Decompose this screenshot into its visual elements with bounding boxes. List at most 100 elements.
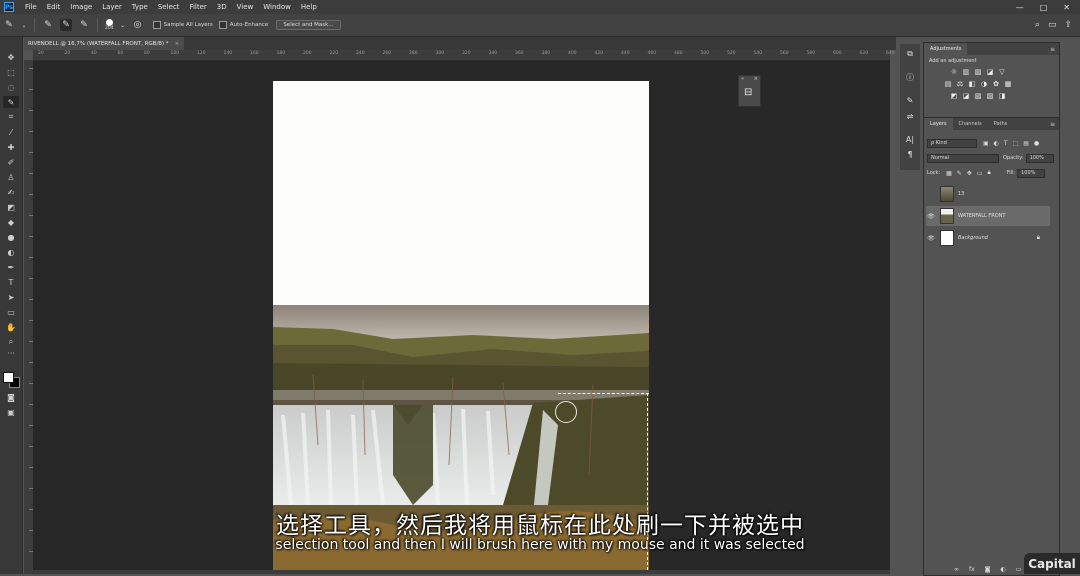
- sample-all-layers-checkbox[interactable]: [152, 21, 161, 29]
- brightness-contrast-icon[interactable]: ☼: [950, 68, 958, 76]
- eye-icon[interactable]: 👁︎: [926, 235, 936, 242]
- filter-smart-object-icon[interactable]: ▤: [1023, 140, 1029, 147]
- photo-filter-icon[interactable]: ◑: [980, 80, 988, 88]
- exposure-icon[interactable]: ◪: [986, 68, 994, 76]
- quick-mask-icon[interactable]: ◙: [3, 391, 19, 403]
- tab-layers[interactable]: Layers: [924, 118, 953, 130]
- quick-selection-tool-icon[interactable]: ✎: [3, 96, 19, 108]
- posterize-icon[interactable]: ◪: [962, 92, 970, 100]
- levels-icon[interactable]: ▥: [962, 68, 970, 76]
- curves-icon[interactable]: ▨: [974, 68, 982, 76]
- eyedropper-tool-icon[interactable]: ⁄: [3, 126, 19, 138]
- auto-enhance-checkbox[interactable]: [218, 21, 227, 29]
- info-panel-icon[interactable]: ⓘ: [904, 71, 916, 83]
- new-fill-adjustment-icon[interactable]: ◐: [1001, 566, 1006, 573]
- brush-tool-icon[interactable]: ✐: [3, 156, 19, 168]
- brush-angle-icon[interactable]: ◎: [132, 19, 144, 31]
- channel-mixer-icon[interactable]: ✿: [992, 80, 1000, 88]
- crop-tool-icon[interactable]: ⌗: [3, 111, 19, 123]
- menu-layer[interactable]: Layer: [97, 3, 127, 11]
- filter-type-icon[interactable]: T: [1004, 140, 1008, 147]
- search-icon[interactable]: ⌕: [1035, 20, 1040, 30]
- blend-mode-select[interactable]: Normal: [927, 153, 999, 163]
- menu-filter[interactable]: Filter: [184, 3, 211, 11]
- panel-collapse-icon[interactable]: «: [741, 76, 744, 82]
- subtract-from-selection-brush-icon[interactable]: ✎: [78, 19, 90, 31]
- chevron-down-icon[interactable]: ⌄: [21, 19, 27, 31]
- move-tool-icon[interactable]: ✥: [3, 51, 19, 63]
- lock-artboard-icon[interactable]: ▭: [977, 170, 983, 177]
- panel-close-icon[interactable]: ×: [754, 76, 758, 82]
- color-lookup-icon[interactable]: ▦: [1004, 80, 1012, 88]
- new-group-icon[interactable]: ▭: [1016, 566, 1022, 573]
- brush-size-picker[interactable]: 204: [105, 19, 114, 31]
- hue-saturation-icon[interactable]: ▤: [944, 80, 952, 88]
- foreground-color-swatch[interactable]: [3, 372, 14, 383]
- link-layers-icon[interactable]: ∞: [954, 566, 959, 573]
- color-balance-icon[interactable]: ⚖: [956, 80, 964, 88]
- lock-transparent-icon[interactable]: ▦: [946, 170, 952, 177]
- add-mask-icon[interactable]: ◙: [985, 566, 991, 573]
- lock-position-icon[interactable]: ✥: [967, 170, 972, 177]
- hand-tool-icon[interactable]: ✋: [3, 321, 19, 333]
- filter-adjustment-icon[interactable]: ◐: [994, 140, 999, 147]
- marquee-tool-icon[interactable]: ⬚: [3, 66, 19, 78]
- menu-select[interactable]: Select: [153, 3, 185, 11]
- close-tab-icon[interactable]: ×: [175, 41, 180, 47]
- minimize-button[interactable]: —: [1016, 3, 1024, 12]
- lock-all-icon[interactable]: 🔒︎: [988, 169, 991, 177]
- character-panel-icon[interactable]: A|: [904, 133, 916, 145]
- tab-channels[interactable]: Channels: [953, 118, 988, 130]
- menu-file[interactable]: File: [20, 3, 42, 11]
- filter-shape-icon[interactable]: ⬚: [1013, 140, 1019, 147]
- layer-row[interactable]: 👁︎ WATERFALL FRONT: [926, 206, 1050, 226]
- panel-menu-icon[interactable]: ≡: [1050, 46, 1055, 53]
- lock-pixels-icon[interactable]: ✎: [957, 170, 962, 177]
- brush-settings-icon[interactable]: ✎: [904, 94, 916, 106]
- maximize-button[interactable]: □: [1040, 3, 1048, 12]
- menu-image[interactable]: Image: [65, 3, 97, 11]
- layer-row[interactable]: 👁︎ Background 🔒︎: [926, 228, 1050, 248]
- add-to-selection-brush-icon[interactable]: ✎: [60, 19, 72, 31]
- paint-bucket-tool-icon[interactable]: ◆: [3, 216, 19, 228]
- properties-panel-icon[interactable]: ⇌: [904, 110, 916, 122]
- selective-color-icon[interactable]: ◨: [998, 92, 1006, 100]
- layer-style-icon[interactable]: fx: [969, 566, 975, 573]
- menu-3d[interactable]: 3D: [212, 3, 232, 11]
- screen-mode-icon[interactable]: ▣: [3, 406, 19, 418]
- lasso-tool-icon[interactable]: ◌: [3, 81, 19, 93]
- fill-input[interactable]: 100%: [1017, 168, 1046, 178]
- document-tab[interactable]: RIVENDELL @ 16,7% (WATERFALL FRONT, RGB/…: [24, 37, 184, 50]
- layer-filter-kind-select[interactable]: ρ Kind: [927, 138, 977, 148]
- tab-adjustments[interactable]: Adjustments: [924, 43, 968, 55]
- select-and-mask-button[interactable]: Select and Mask...: [276, 20, 341, 30]
- threshold-icon[interactable]: ▧: [974, 92, 982, 100]
- layer-row[interactable]: 13: [926, 184, 1050, 204]
- workspace-icon[interactable]: ▭: [1048, 20, 1057, 30]
- tab-paths[interactable]: Paths: [988, 118, 1014, 130]
- gradient-map-icon[interactable]: ▨: [986, 92, 994, 100]
- menu-window[interactable]: Window: [258, 3, 296, 11]
- eye-icon[interactable]: 👁︎: [926, 213, 936, 220]
- filter-pixel-icon[interactable]: ▣: [983, 140, 989, 147]
- menu-edit[interactable]: Edit: [42, 3, 66, 11]
- paragraph-panel-icon[interactable]: ¶: [904, 148, 916, 160]
- invert-icon[interactable]: ◩: [950, 92, 958, 100]
- history-brush-tool-icon[interactable]: ✍: [3, 186, 19, 198]
- type-tool-icon[interactable]: T: [3, 276, 19, 288]
- rectangle-tool-icon[interactable]: ▭: [3, 306, 19, 318]
- menu-type[interactable]: Type: [127, 3, 153, 11]
- properties-icon[interactable]: ⊟: [744, 87, 752, 98]
- filter-toggle-icon[interactable]: ●: [1034, 140, 1039, 147]
- panel-menu-icon[interactable]: ≡: [1050, 121, 1055, 128]
- close-window-button[interactable]: ✕: [1063, 3, 1070, 12]
- quick-selection-tool-preset-icon[interactable]: ✎: [3, 19, 15, 31]
- eraser-tool-icon[interactable]: ◩: [3, 201, 19, 213]
- opacity-input[interactable]: 100%: [1025, 153, 1054, 163]
- clone-stamp-tool-icon[interactable]: ♙: [3, 171, 19, 183]
- history-panel-icon[interactable]: ⧉: [904, 48, 916, 60]
- dodge-tool-icon[interactable]: ◐: [3, 246, 19, 258]
- menu-help[interactable]: Help: [296, 3, 322, 11]
- black-white-icon[interactable]: ◧: [968, 80, 976, 88]
- healing-brush-tool-icon[interactable]: ✚: [3, 141, 19, 153]
